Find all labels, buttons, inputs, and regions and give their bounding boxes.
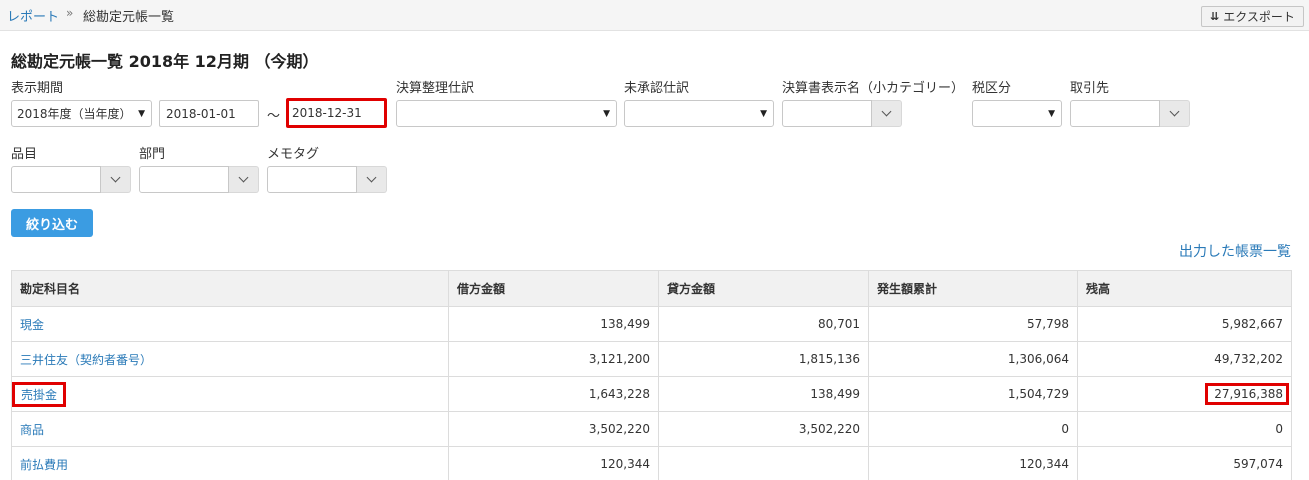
table-row: 商品 3,502,220 3,502,220 0 0 xyxy=(11,411,1292,447)
account-cell: 前払費用 xyxy=(11,446,449,480)
breadcrumb-separator: » xyxy=(66,6,74,20)
chevron-down-icon xyxy=(1169,106,1180,117)
account-link[interactable]: 商品 xyxy=(20,423,44,437)
partner-label: 取引先 xyxy=(1070,81,1110,96)
chevron-down-icon xyxy=(881,106,892,117)
ledger-table: 勘定科目名 借方金額 貸方金額 発生額累計 残高 現金 138,499 80,7… xyxy=(11,270,1292,480)
header-credit[interactable]: 貸方金額 xyxy=(658,270,869,307)
period-select-value: 2018年度（当年度） xyxy=(17,107,132,121)
item-combobox xyxy=(11,166,131,193)
unapproved-label: 未承認仕訳 xyxy=(624,81,690,96)
memo-tag-label: メモタグ xyxy=(267,147,320,162)
cumulative-cell: 0 xyxy=(868,411,1078,447)
account-link[interactable]: 現金 xyxy=(20,318,44,332)
balance-cell: 597,074 xyxy=(1077,446,1292,480)
department-label: 部門 xyxy=(139,147,166,162)
dropdown-caret-icon: ▼ xyxy=(1048,109,1055,119)
balance-cell: 27,916,388 xyxy=(1077,376,1292,412)
partner-input[interactable] xyxy=(1070,100,1160,127)
credit-cell: 138,499 xyxy=(658,376,869,412)
credit-cell xyxy=(658,446,869,480)
debit-cell: 3,121,200 xyxy=(448,341,659,377)
department-dropdown-button[interactable] xyxy=(229,166,259,193)
account-cell: 三井住友（契約者番号） xyxy=(11,341,449,377)
statement-name-dropdown-button[interactable] xyxy=(872,100,902,127)
table-row: 三井住友（契約者番号） 3,121,200 1,815,136 1,306,06… xyxy=(11,341,1292,377)
period-tilde: ～ xyxy=(267,109,281,124)
top-bar: レポート » 総勘定元帳一覧 ⇊ エクスポート xyxy=(0,0,1309,31)
breadcrumb-reports-link[interactable]: レポート xyxy=(7,6,59,25)
cumulative-cell: 120,344 xyxy=(868,446,1078,480)
debit-cell: 1,643,228 xyxy=(448,376,659,412)
unapproved-select[interactable]: ▼ xyxy=(624,100,774,127)
end-date-input[interactable]: 2018-12-31 xyxy=(286,98,387,128)
download-icon: ⇊ xyxy=(1210,10,1220,23)
cumulative-cell: 1,504,729 xyxy=(868,376,1078,412)
account-link[interactable]: 前払費用 xyxy=(20,458,68,472)
closing-entries-label: 決算整理仕訳 xyxy=(396,81,475,96)
header-debit[interactable]: 借方金額 xyxy=(448,270,659,307)
debit-cell: 120,344 xyxy=(448,446,659,480)
tax-class-select[interactable]: ▼ xyxy=(972,100,1062,127)
chevron-down-icon xyxy=(110,172,121,183)
partner-dropdown-button[interactable] xyxy=(1160,100,1190,127)
credit-cell: 80,701 xyxy=(658,306,869,342)
statement-name-combobox xyxy=(782,100,902,127)
cumulative-cell: 1,306,064 xyxy=(868,341,1078,377)
item-label: 品目 xyxy=(11,147,38,162)
dropdown-caret-icon: ▼ xyxy=(138,109,145,119)
balance-cell: 5,982,667 xyxy=(1077,306,1292,342)
table-header-row: 勘定科目名 借方金額 貸方金額 発生額累計 残高 xyxy=(11,270,1292,307)
header-cumulative[interactable]: 発生額累計 xyxy=(868,270,1078,307)
closing-entries-select[interactable]: ▼ xyxy=(396,100,617,127)
partner-combobox xyxy=(1070,100,1190,127)
cumulative-cell: 57,798 xyxy=(868,306,1078,342)
memo-tag-combobox xyxy=(267,166,387,193)
item-input[interactable] xyxy=(11,166,101,193)
export-button[interactable]: ⇊ エクスポート xyxy=(1201,6,1304,27)
account-link[interactable]: 売掛金 xyxy=(12,381,67,407)
table-row: 売掛金 1,643,228 138,499 1,504,729 27,916,3… xyxy=(11,376,1292,412)
output-reports-link[interactable]: 出力した帳票一覧 xyxy=(1179,241,1291,261)
header-balance[interactable]: 残高 xyxy=(1077,270,1292,307)
credit-cell: 1,815,136 xyxy=(658,341,869,377)
statement-name-label: 決算書表示名（小カテゴリー） xyxy=(782,81,965,96)
statement-name-input[interactable] xyxy=(782,100,872,127)
item-dropdown-button[interactable] xyxy=(101,166,131,193)
department-combobox xyxy=(139,166,259,193)
account-cell: 現金 xyxy=(11,306,449,342)
dropdown-caret-icon: ▼ xyxy=(760,109,767,119)
tax-class-label: 税区分 xyxy=(972,81,1012,96)
dropdown-caret-icon: ▼ xyxy=(603,109,610,119)
balance-cell: 0 xyxy=(1077,411,1292,447)
period-label: 表示期間 xyxy=(11,81,64,96)
chevron-down-icon xyxy=(238,172,249,183)
filter-button[interactable]: 絞り込む xyxy=(11,209,93,237)
period-select[interactable]: 2018年度（当年度） ▼ xyxy=(11,100,152,127)
debit-cell: 138,499 xyxy=(448,306,659,342)
memo-tag-dropdown-button[interactable] xyxy=(357,166,387,193)
chevron-down-icon xyxy=(366,172,377,183)
page-title: 総勘定元帳一覧 2018年 12月期 （今期） xyxy=(11,52,319,71)
breadcrumb-current: 総勘定元帳一覧 xyxy=(83,10,175,25)
department-input[interactable] xyxy=(139,166,229,193)
account-cell: 商品 xyxy=(11,411,449,447)
export-button-label: エクスポート xyxy=(1223,10,1295,24)
start-date-input[interactable]: 2018-01-01 xyxy=(159,100,259,127)
credit-cell: 3,502,220 xyxy=(658,411,869,447)
debit-cell: 3,502,220 xyxy=(448,411,659,447)
header-account-name[interactable]: 勘定科目名 xyxy=(11,270,449,307)
account-link[interactable]: 三井住友（契約者番号） xyxy=(20,353,152,367)
memo-tag-input[interactable] xyxy=(267,166,357,193)
balance-cell: 49,732,202 xyxy=(1077,341,1292,377)
account-cell: 売掛金 xyxy=(11,376,449,412)
table-row: 前払費用 120,344 120,344 597,074 xyxy=(11,446,1292,480)
table-row: 現金 138,499 80,701 57,798 5,982,667 xyxy=(11,306,1292,342)
highlighted-balance: 27,916,388 xyxy=(1205,383,1289,405)
